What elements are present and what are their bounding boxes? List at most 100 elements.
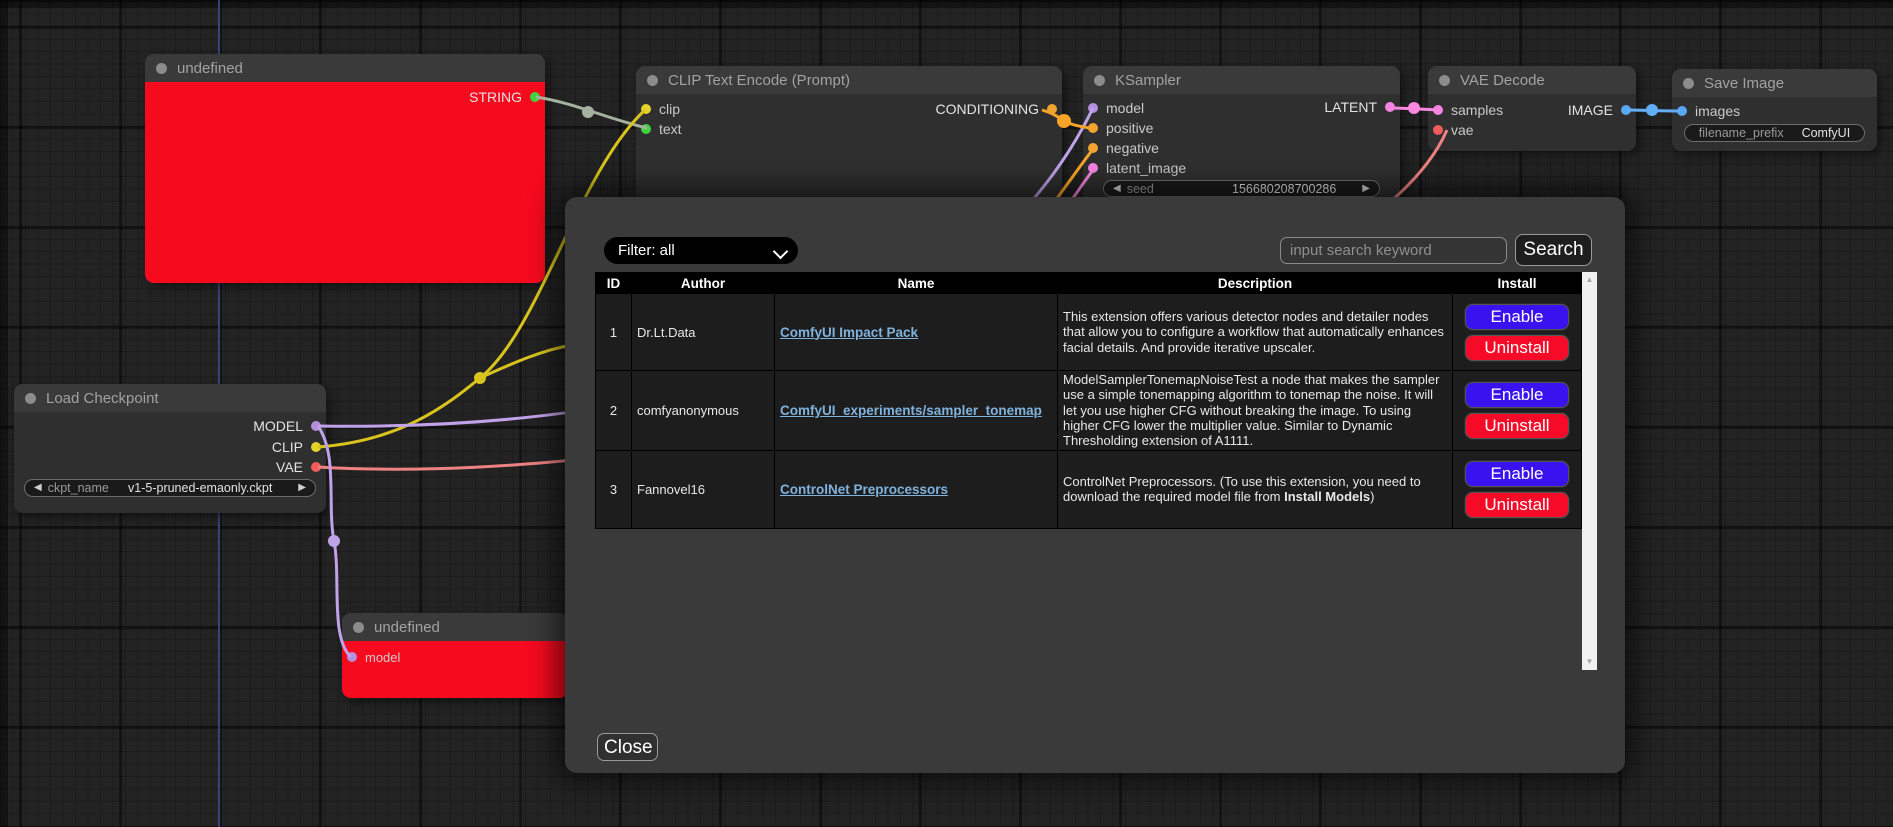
seed-widget[interactable]: ◀ seed 156680208700286 ▶ bbox=[1103, 180, 1380, 197]
uninstall-button[interactable]: Uninstall bbox=[1465, 335, 1569, 361]
extension-link[interactable]: ComfyUI_experiments/sampler_tonemap bbox=[780, 403, 1042, 418]
install-cell: Enable Uninstall bbox=[1453, 294, 1582, 371]
slot-label: VAE bbox=[276, 459, 303, 475]
output-slot-string[interactable]: STRING bbox=[469, 87, 540, 107]
node-header[interactable]: VAE Decode bbox=[1428, 66, 1636, 94]
slot-dot-icon[interactable] bbox=[311, 421, 321, 431]
uninstall-button[interactable]: Uninstall bbox=[1465, 413, 1569, 439]
extension-link[interactable]: ControlNet Preprocessors bbox=[780, 482, 948, 497]
enable-button[interactable]: Enable bbox=[1465, 304, 1569, 330]
node-undefined-bottom[interactable]: undefined model bbox=[342, 613, 568, 698]
slot-dot-icon[interactable] bbox=[1433, 125, 1443, 135]
enable-button[interactable]: Enable bbox=[1465, 461, 1569, 487]
slot-dot-icon[interactable] bbox=[530, 92, 540, 102]
extension-author: Fannovel16 bbox=[632, 450, 775, 528]
slot-dot-icon[interactable] bbox=[641, 124, 651, 134]
scroll-up-icon[interactable]: ▲ bbox=[1586, 272, 1594, 288]
slot-dot-icon[interactable] bbox=[641, 104, 651, 114]
slot-dot-icon[interactable] bbox=[1047, 104, 1057, 114]
search-input[interactable] bbox=[1280, 237, 1507, 264]
close-button[interactable]: Close bbox=[597, 733, 658, 761]
node-title: CLIP Text Encode (Prompt) bbox=[668, 72, 850, 89]
search-button[interactable]: Search bbox=[1515, 234, 1592, 266]
output-slot-vae[interactable]: VAE bbox=[276, 457, 321, 477]
wire-dot[interactable] bbox=[474, 372, 486, 384]
widget-value: v1-5-pruned-emaonly.ckpt bbox=[128, 481, 272, 495]
input-slot-model[interactable]: model bbox=[1088, 98, 1144, 118]
output-slot-model[interactable]: MODEL bbox=[253, 416, 321, 436]
input-slot-positive[interactable]: positive bbox=[1088, 118, 1153, 138]
collapse-dot-icon[interactable] bbox=[1683, 78, 1694, 89]
collapse-dot-icon[interactable] bbox=[353, 622, 364, 633]
increment-arrow-icon[interactable]: ▶ bbox=[1362, 184, 1370, 194]
slot-dot-icon[interactable] bbox=[1621, 105, 1631, 115]
wire-dot[interactable] bbox=[1646, 104, 1658, 116]
node-vae-decode[interactable]: VAE Decode samples vae IMAGE bbox=[1428, 66, 1636, 151]
collapse-dot-icon[interactable] bbox=[156, 63, 167, 74]
output-slot-image[interactable]: IMAGE bbox=[1568, 100, 1631, 120]
ckpt-name-widget[interactable]: ◀ ckpt_name v1-5-pruned-emaonly.ckpt ▶ bbox=[24, 479, 316, 497]
node-header[interactable]: undefined bbox=[342, 613, 568, 641]
collapse-dot-icon[interactable] bbox=[1094, 75, 1105, 86]
node-title: VAE Decode bbox=[1460, 72, 1545, 89]
comfyui-canvas[interactable]: undefined STRING CLIP Text Encode (Promp… bbox=[0, 0, 1893, 827]
node-save-image[interactable]: Save Image images filename_prefix ComfyU… bbox=[1672, 69, 1877, 151]
input-slot-latent-image[interactable]: latent_image bbox=[1088, 158, 1186, 178]
slot-dot-icon[interactable] bbox=[1088, 103, 1098, 113]
decrement-arrow-icon[interactable]: ◀ bbox=[1113, 184, 1121, 194]
node-ksampler[interactable]: KSampler model positive negative latent_… bbox=[1083, 66, 1400, 206]
node-undefined-top[interactable]: undefined STRING bbox=[145, 54, 545, 283]
slot-dot-icon[interactable] bbox=[1385, 102, 1395, 112]
node-header[interactable]: undefined bbox=[145, 54, 545, 82]
slot-dot-icon[interactable] bbox=[311, 442, 321, 452]
input-slot-clip[interactable]: clip bbox=[641, 99, 680, 119]
extension-id: 1 bbox=[596, 294, 632, 371]
column-header: Name bbox=[775, 273, 1058, 294]
node-header[interactable]: Save Image bbox=[1672, 69, 1877, 97]
input-slot-text[interactable]: text bbox=[641, 119, 682, 139]
slot-label: model bbox=[1106, 100, 1144, 116]
input-slot-vae[interactable]: vae bbox=[1433, 120, 1474, 140]
column-header: Install bbox=[1453, 273, 1582, 294]
description-text: This extension offers various detector n… bbox=[1063, 309, 1444, 355]
output-slot-latent[interactable]: LATENT bbox=[1324, 97, 1395, 117]
node-load-checkpoint[interactable]: Load Checkpoint MODEL CLIP VAE ◀ ckpt_na… bbox=[14, 384, 326, 513]
output-slot-clip[interactable]: CLIP bbox=[272, 437, 321, 457]
wire-dot[interactable] bbox=[582, 106, 594, 118]
install-cell: Enable Uninstall bbox=[1453, 450, 1582, 528]
input-slot-images[interactable]: images bbox=[1677, 101, 1740, 121]
node-title: undefined bbox=[177, 60, 243, 77]
collapse-dot-icon[interactable] bbox=[1439, 75, 1450, 86]
wire-dot[interactable] bbox=[328, 535, 340, 547]
slot-dot-icon[interactable] bbox=[1433, 105, 1443, 115]
decrement-arrow-icon[interactable]: ◀ bbox=[34, 483, 42, 493]
wire-dot[interactable] bbox=[1408, 102, 1420, 114]
slot-dot-icon[interactable] bbox=[1088, 143, 1098, 153]
node-header[interactable]: KSampler bbox=[1083, 66, 1400, 94]
uninstall-button[interactable]: Uninstall bbox=[1465, 492, 1569, 518]
collapse-dot-icon[interactable] bbox=[25, 393, 36, 404]
node-header[interactable]: Load Checkpoint bbox=[14, 384, 326, 412]
increment-arrow-icon[interactable]: ▶ bbox=[298, 483, 306, 493]
filename-prefix-widget[interactable]: filename_prefix ComfyUI bbox=[1684, 124, 1865, 142]
slot-label: negative bbox=[1106, 140, 1159, 156]
slot-dot-icon[interactable] bbox=[1677, 106, 1687, 116]
slot-dot-icon[interactable] bbox=[1088, 163, 1098, 173]
vertical-scrollbar[interactable]: ▲ ▼ bbox=[1582, 272, 1597, 670]
slot-dot-icon[interactable] bbox=[311, 462, 321, 472]
slot-dot-icon[interactable] bbox=[1088, 123, 1098, 133]
output-slot-conditioning[interactable]: CONDITIONING bbox=[936, 99, 1057, 119]
slot-dot-icon[interactable] bbox=[347, 652, 357, 662]
collapse-dot-icon[interactable] bbox=[647, 75, 658, 86]
scroll-down-icon[interactable]: ▼ bbox=[1586, 654, 1594, 670]
extension-name-cell: ControlNet Preprocessors bbox=[775, 450, 1058, 528]
input-slot-samples[interactable]: samples bbox=[1433, 100, 1503, 120]
input-slot-model[interactable]: model bbox=[347, 647, 400, 667]
enable-button[interactable]: Enable bbox=[1465, 382, 1569, 408]
slot-label: vae bbox=[1451, 122, 1474, 138]
node-header[interactable]: CLIP Text Encode (Prompt) bbox=[636, 66, 1062, 94]
extension-link[interactable]: ComfyUI Impact Pack bbox=[780, 325, 918, 340]
filter-select[interactable]: Filter: all bbox=[604, 237, 798, 264]
slot-label: images bbox=[1695, 103, 1740, 119]
input-slot-negative[interactable]: negative bbox=[1088, 138, 1159, 158]
